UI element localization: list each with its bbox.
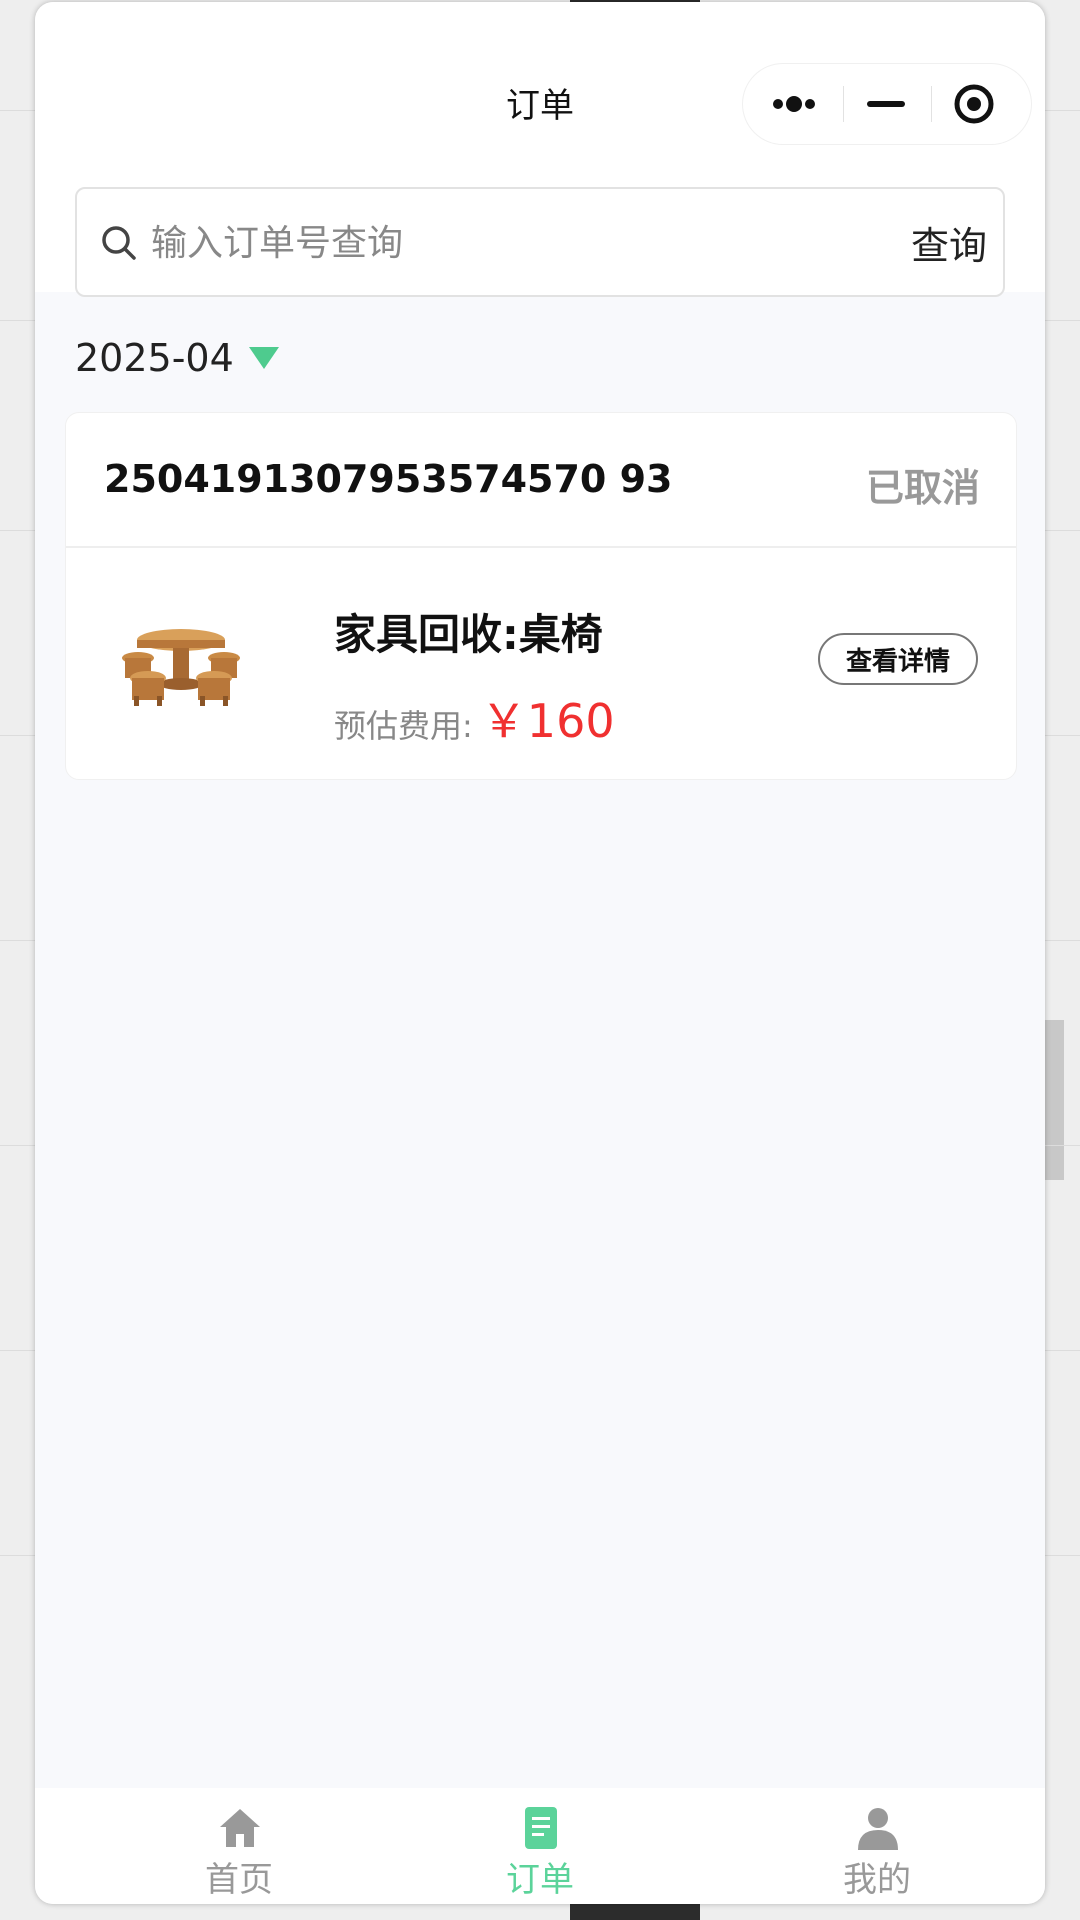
search-button[interactable]: 查询 (911, 215, 987, 270)
tab-bar: 首页 订单 我的 (35, 1788, 1045, 1904)
order-number: 2504191307953574570 93 (104, 457, 673, 501)
fee-amount: ￥160 (480, 694, 615, 748)
user-icon (858, 1808, 898, 1850)
tab-label: 我的 (843, 1860, 911, 1900)
more-dots-icon[interactable] (773, 94, 829, 114)
capsule-divider (931, 86, 932, 122)
month-label: 2025-04 (75, 336, 234, 380)
search-icon (102, 226, 136, 260)
fee-label: 预估费用: (334, 707, 473, 745)
mini-program-window: 订单 查询 2025-04 (35, 2, 1045, 1904)
home-icon (220, 1809, 260, 1847)
month-filter[interactable]: 2025-04 (75, 336, 279, 386)
item-name: 家具回收:桌椅 (334, 610, 603, 659)
order-status: 已取消 (865, 466, 980, 510)
order-card[interactable]: 2504191307953574570 93 已取消 家具回收:桌椅 预估费用:… (65, 412, 1017, 780)
order-card-header: 2504191307953574570 93 已取消 (66, 413, 1016, 548)
table-chairs-image (122, 629, 240, 706)
page-header: 订单 查询 (35, 2, 1045, 297)
minimize-icon[interactable] (867, 101, 905, 107)
order-doc-icon (525, 1807, 557, 1849)
tab-label: 首页 (205, 1860, 273, 1900)
tab-mine[interactable]: 我的 (777, 1788, 977, 1904)
tab-orders[interactable]: 订单 (440, 1788, 640, 1904)
capsule-divider (843, 86, 844, 122)
tab-home[interactable]: 首页 (139, 1788, 339, 1904)
fee-row: 预估费用: ￥160 (334, 685, 615, 751)
capsule-menu (743, 64, 1031, 144)
target-close-icon[interactable] (953, 83, 995, 125)
tab-label: 订单 (506, 1860, 574, 1900)
view-details-button[interactable]: 查看详情 (818, 633, 978, 685)
search-bar: 查询 (75, 187, 1005, 297)
caret-down-icon (248, 347, 279, 369)
search-input[interactable] (149, 209, 873, 277)
